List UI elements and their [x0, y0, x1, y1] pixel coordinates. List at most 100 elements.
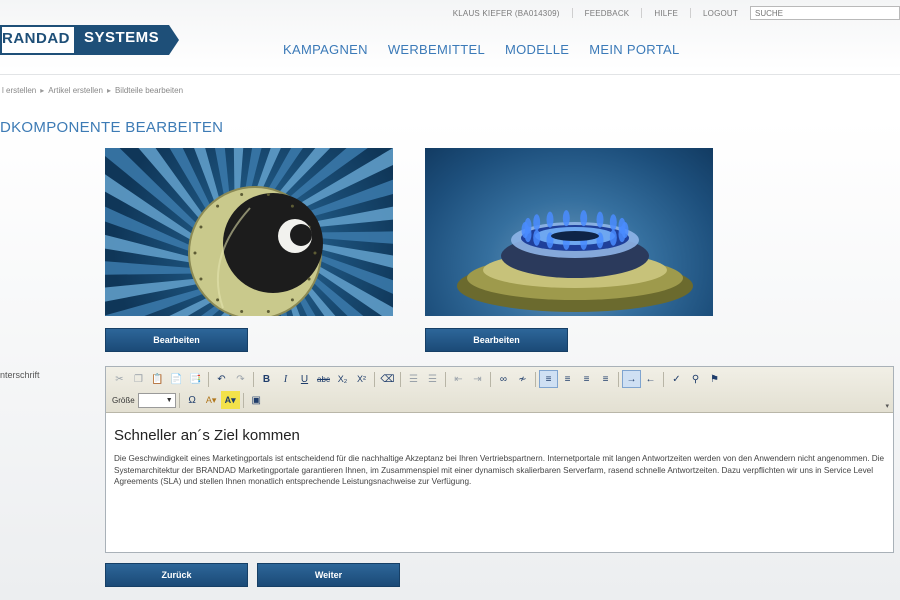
logout-link[interactable]: LOGOUT: [703, 9, 738, 18]
edit-image-1-button[interactable]: Bearbeiten: [105, 328, 248, 352]
chevron-right-icon: ▸: [40, 86, 45, 95]
breadcrumb: l erstellen ▸ Artikel erstellen ▸ Bildte…: [2, 86, 183, 95]
copy-icon[interactable]: ❐: [129, 370, 148, 388]
next-button[interactable]: Weiter: [257, 563, 400, 587]
cut-icon[interactable]: ✂: [110, 370, 129, 388]
toolbar-separator: [445, 371, 446, 387]
spellcheck-icon[interactable]: ✓: [667, 370, 686, 388]
numbered-list-icon[interactable]: ☰: [404, 370, 423, 388]
flame: [546, 211, 554, 228]
divider: [641, 8, 643, 18]
utility-bar: KLAUS KIEFER (BA014309) FEEDBACK HILFE L…: [453, 6, 900, 20]
main-nav: KAMPAGNEN WERBEMITTEL MODELLE MEIN PORTA…: [283, 42, 679, 57]
font-size-select[interactable]: ▼: [137, 392, 176, 408]
editor-body-text: Die Geschwindigkeit eines Marketingporta…: [114, 454, 885, 486]
expand-toolbar-icon[interactable]: ▾: [885, 402, 889, 410]
subscript-icon[interactable]: X₂: [333, 370, 352, 388]
find-icon[interactable]: ⚲: [686, 370, 705, 388]
flame: [609, 229, 617, 246]
turbine-rivet: [313, 251, 317, 255]
flame: [524, 217, 532, 234]
underline-icon[interactable]: U: [295, 370, 314, 388]
turbine-rivet: [266, 193, 270, 197]
divider: [690, 8, 692, 18]
breadcrumb-item-current: Bildteile bearbeiten: [114, 86, 184, 95]
breadcrumb-item[interactable]: l erstellen: [2, 86, 36, 95]
feedback-link[interactable]: FEEDBACK: [585, 9, 630, 18]
flame: [533, 229, 541, 246]
gas-burner-image: [425, 148, 713, 316]
highlight-color-icon[interactable]: A▾: [220, 391, 240, 409]
text-direction-rtl-icon[interactable]: ←: [641, 370, 660, 388]
paste-word-icon[interactable]: 📑: [186, 370, 205, 388]
source-icon[interactable]: ▣: [247, 391, 266, 409]
brand-logo[interactable]: RANDAD SYSTEMS: [0, 25, 180, 55]
back-button[interactable]: Zurück: [105, 563, 248, 587]
indent-icon[interactable]: ⇥: [468, 370, 487, 388]
turbine-rivet: [266, 309, 270, 313]
bold-icon[interactable]: B: [257, 370, 276, 388]
toolbar-row-2: Größe ▼ Ω A▾ A▾ ▣: [106, 390, 266, 410]
superscript-icon[interactable]: X²: [352, 370, 371, 388]
nav-item-werbemittel[interactable]: WERBEMITTEL: [388, 42, 485, 57]
caption-field-label: nterschrift: [0, 370, 40, 380]
divider: [571, 8, 573, 18]
turbine-rivet: [240, 193, 244, 197]
turbine-illustration: [105, 148, 393, 316]
nav-item-kampagnen[interactable]: KAMPAGNEN: [283, 42, 368, 57]
turbine-rivet: [216, 298, 220, 302]
align-center-icon[interactable]: ≡: [558, 370, 577, 388]
breadcrumb-item[interactable]: Artikel erstellen: [48, 86, 103, 95]
unlink-icon[interactable]: ≁: [513, 370, 532, 388]
align-right-icon[interactable]: ≡: [577, 370, 596, 388]
header-divider: [0, 74, 900, 75]
search-input[interactable]: [750, 6, 900, 20]
undo-icon[interactable]: ↶: [212, 370, 231, 388]
editor-content-area[interactable]: Schneller an´s Ziel kommen Die Geschwind…: [106, 413, 893, 488]
strikethrough-icon[interactable]: abc: [314, 370, 333, 388]
font-size-label: Größe: [112, 395, 135, 405]
turbine-rivet: [199, 225, 203, 229]
toolbar-separator: [374, 371, 375, 387]
paste-icon[interactable]: 📋: [148, 370, 167, 388]
help-link[interactable]: HILFE: [654, 9, 678, 18]
chevron-down-icon: ▼: [165, 396, 173, 404]
toolbar-separator: [208, 371, 209, 387]
flame: [580, 210, 588, 227]
turbine-rivet: [216, 204, 220, 208]
page-title: DKOMPONENTE BEARBEITEN: [0, 119, 224, 136]
anchor-flag-icon[interactable]: ⚑: [705, 370, 724, 388]
toolbar-row-1: ✂ ❐ 📋 📄 📑 ↶ ↷ B I U abc X₂ X² ⌫ ☰ ☰ ⇤ ⇥ …: [106, 369, 724, 389]
text-direction-ltr-icon[interactable]: →: [622, 370, 641, 388]
flame: [533, 214, 541, 231]
special-char-icon[interactable]: Ω: [183, 391, 202, 409]
nav-item-mein-portal[interactable]: MEIN PORTAL: [589, 42, 679, 57]
bulleted-list-icon[interactable]: ☰: [423, 370, 442, 388]
outdent-icon[interactable]: ⇤: [449, 370, 468, 388]
turbine-rivet: [240, 309, 244, 313]
flame: [596, 211, 604, 228]
edit-image-2-button[interactable]: Bearbeiten: [425, 328, 568, 352]
toolbar-separator: [490, 371, 491, 387]
user-account-link[interactable]: KLAUS KIEFER (BA014309): [453, 9, 560, 18]
flame: [609, 214, 617, 231]
link-icon[interactable]: ∞: [494, 370, 513, 388]
editor-heading: Schneller an´s Ziel kommen: [114, 427, 300, 444]
toolbar-separator: [242, 392, 244, 408]
paste-text-icon[interactable]: 📄: [167, 370, 186, 388]
eraser-icon[interactable]: ⌫: [378, 370, 397, 388]
nav-item-modelle[interactable]: MODELLE: [505, 42, 569, 57]
toolbar-separator: [400, 371, 401, 387]
turbine-image: [105, 148, 393, 316]
align-left-icon[interactable]: ≡: [539, 370, 558, 388]
align-justify-icon[interactable]: ≡: [596, 370, 615, 388]
toolbar-separator: [618, 371, 619, 387]
toolbar-separator: [663, 371, 664, 387]
logo-text-right: SYSTEMS: [74, 25, 180, 55]
italic-icon[interactable]: I: [276, 370, 295, 388]
toolbar-separator: [178, 392, 180, 408]
turbine-rivet: [290, 204, 294, 208]
redo-icon[interactable]: ↷: [231, 370, 250, 388]
text-color-icon[interactable]: A▾: [202, 391, 221, 409]
toolbar-separator: [253, 371, 254, 387]
